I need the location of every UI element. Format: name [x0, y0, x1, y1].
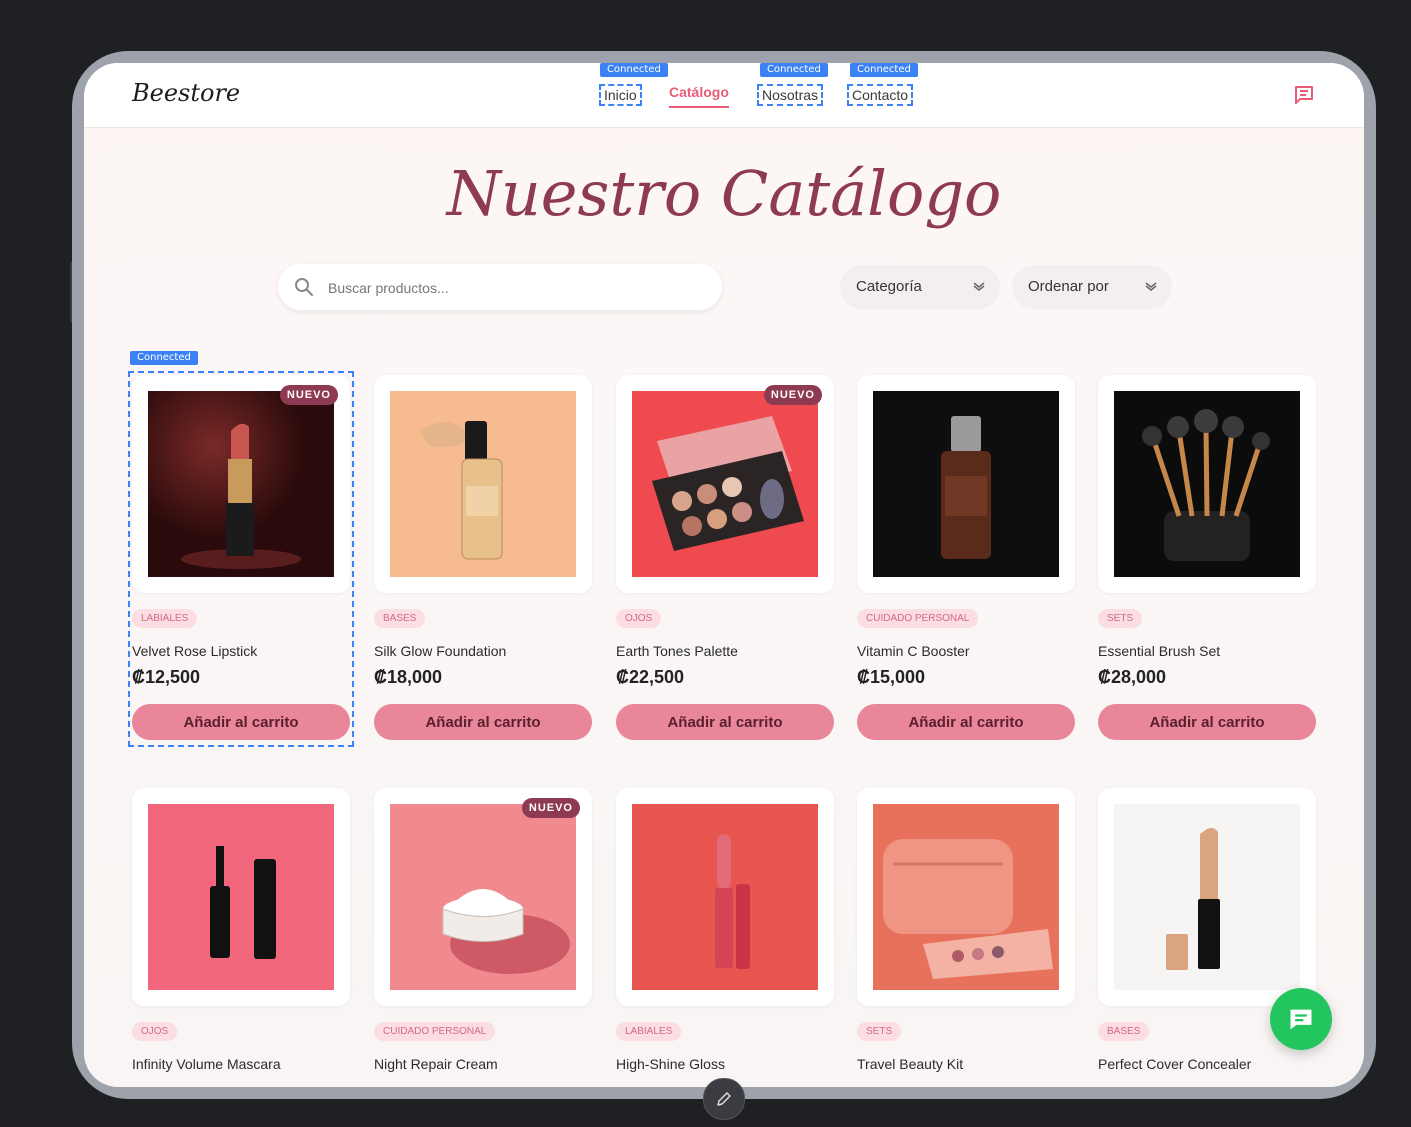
concealer-image	[1114, 804, 1300, 990]
product-card: NUEVO Cuidado Personal Night Repair Crea…	[374, 788, 592, 1087]
new-badge: NUEVO	[279, 385, 338, 405]
product-card: Cuidado Personal Vitamin C Booster ₡15,0…	[857, 375, 1075, 743]
product-image-box[interactable]	[1098, 375, 1316, 593]
add-to-cart-button[interactable]: Añadir al carrito	[857, 704, 1075, 740]
category-tag: Cuidado Personal	[374, 1022, 496, 1041]
product-name[interactable]: High-Shine Gloss	[616, 1056, 725, 1072]
product-image-box[interactable]	[1098, 788, 1316, 1006]
product-name[interactable]: Vitamin C Booster	[857, 643, 970, 659]
product-price: ₡22,500	[616, 667, 685, 687]
product-image-box[interactable]	[374, 375, 592, 593]
site-logo[interactable]: Beestore	[132, 79, 240, 107]
product-name[interactable]: Silk Glow Foundation	[374, 643, 506, 659]
product-name[interactable]: Essential Brush Set	[1098, 643, 1220, 659]
product-name[interactable]: Perfect Cover Concealer	[1098, 1056, 1251, 1072]
travel-kit-image	[873, 804, 1059, 990]
chevron-down-icon	[973, 282, 985, 291]
chat-icon	[1290, 1009, 1312, 1030]
product-image-box[interactable]	[857, 375, 1075, 593]
product-name[interactable]: Infinity Volume Mascara	[132, 1056, 281, 1072]
product-card: Sets Travel Beauty Kit	[857, 788, 1075, 1087]
connected-badge-card: Connected	[130, 351, 198, 365]
chevron-down-icon	[1145, 282, 1157, 291]
product-image-box[interactable]: NUEVO	[374, 788, 592, 1006]
category-tag: Sets	[857, 1022, 902, 1041]
add-to-cart-button[interactable]: Añadir al carrito	[374, 704, 592, 740]
add-to-cart-button[interactable]: Añadir al carrito	[616, 704, 834, 740]
chat-fab-button[interactable]	[1270, 988, 1332, 1050]
product-card: Ojos Infinity Volume Mascara	[132, 788, 350, 1087]
foundation-bottle-image	[390, 391, 576, 577]
nav-link-nosotras[interactable]: Nosotras	[756, 84, 824, 106]
lip-gloss-image	[632, 804, 818, 990]
search-icon	[295, 278, 313, 296]
category-tag: Bases	[1098, 1022, 1150, 1041]
cream-jar-image	[390, 804, 576, 990]
category-select-label: Categoría	[856, 278, 922, 295]
product-price: ₡28,000	[1098, 667, 1167, 687]
product-card: NUEVO Ojos Earth Tones Palette ₡22,500 A…	[616, 375, 834, 743]
brush-set-image	[1114, 391, 1300, 577]
pencil-icon	[717, 1092, 731, 1106]
product-card: Labiales High-Shine Gloss	[616, 788, 834, 1087]
nav-link-catalogo[interactable]: Catálogo	[669, 84, 729, 108]
product-card: Bases Silk Glow Foundation ₡18,000 Añadi…	[374, 375, 592, 743]
product-name[interactable]: Travel Beauty Kit	[857, 1056, 963, 1072]
category-tag: Bases	[374, 609, 426, 628]
category-select[interactable]: Categoría	[840, 265, 1000, 309]
product-image-box[interactable]: NUEVO	[616, 375, 834, 593]
product-card: NUEVO Labiales Velvet Rose Lipstick ₡12,…	[128, 371, 354, 747]
category-tag: Ojos	[132, 1022, 178, 1041]
app-screen: Beestore Connected Inicio Catálogo Conne…	[84, 63, 1364, 1087]
connected-badge-contacto: Connected	[850, 63, 918, 77]
product-price: ₡18,000	[374, 667, 443, 687]
product-price: ₡12,500	[132, 667, 201, 687]
nav-link-inicio[interactable]: Inicio	[599, 84, 642, 106]
product-card: Sets Essential Brush Set ₡28,000 Añadir …	[1098, 375, 1316, 743]
connected-badge-inicio: Connected	[600, 63, 668, 77]
add-to-cart-button[interactable]: Añadir al carrito	[1098, 704, 1316, 740]
category-tag: Sets	[1098, 609, 1143, 628]
product-name[interactable]: Velvet Rose Lipstick	[132, 643, 257, 659]
connected-badge-nosotras: Connected	[760, 63, 828, 77]
product-name[interactable]: Earth Tones Palette	[616, 643, 738, 659]
eyeshadow-palette-image	[632, 391, 818, 577]
category-tag: Labiales	[616, 1022, 682, 1041]
message-icon[interactable]	[1292, 83, 1316, 107]
page-title: Nuestro Catálogo	[446, 157, 1002, 230]
category-tag: Cuidado Personal	[857, 609, 979, 628]
site-header: Beestore Connected Inicio Catálogo Conne…	[84, 63, 1364, 128]
product-image-box[interactable]: NUEVO	[132, 375, 350, 593]
nav-link-contacto[interactable]: Contacto	[846, 84, 914, 106]
lipstick-image	[148, 391, 334, 577]
product-name[interactable]: Night Repair Cream	[374, 1056, 498, 1072]
category-tag: Labiales	[132, 609, 198, 628]
new-badge: NUEVO	[763, 385, 822, 405]
product-image-box[interactable]	[616, 788, 834, 1006]
sort-select[interactable]: Ordenar por	[1012, 265, 1172, 309]
product-price: ₡15,000	[857, 667, 926, 687]
serum-bottle-image	[873, 391, 1059, 577]
search-bar[interactable]	[278, 264, 722, 310]
category-tag: Ojos	[616, 609, 662, 628]
new-badge: NUEVO	[521, 798, 580, 818]
add-to-cart-button[interactable]: Añadir al carrito	[132, 704, 350, 740]
sort-select-label: Ordenar por	[1028, 278, 1109, 295]
product-image-box[interactable]	[132, 788, 350, 1006]
product-image-box[interactable]	[857, 788, 1075, 1006]
search-input[interactable]	[326, 276, 690, 300]
mascara-image	[148, 804, 334, 990]
edit-button[interactable]	[703, 1078, 745, 1120]
